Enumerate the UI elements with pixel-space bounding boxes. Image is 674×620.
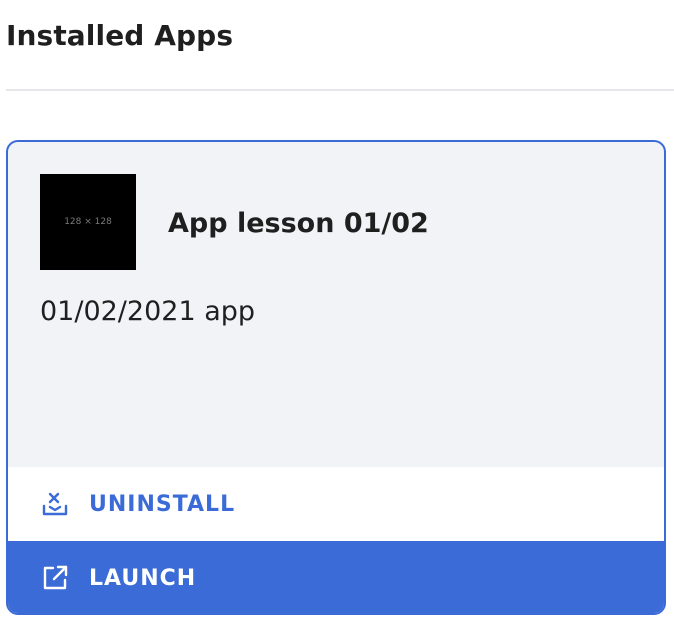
app-name: App lesson 01/02 — [168, 208, 429, 239]
app-thumbnail: 128 × 128 — [40, 174, 136, 270]
app-card: 128 × 128 App lesson 01/02 01/02/2021 ap… — [6, 140, 666, 615]
launch-label: LAUNCH — [89, 565, 197, 591]
thumbnail-placeholder-label: 128 × 128 — [64, 217, 112, 227]
uninstall-button[interactable]: UNINSTALL — [8, 467, 664, 541]
launch-button[interactable]: LAUNCH — [8, 541, 664, 613]
page-title: Installed Apps — [6, 19, 234, 52]
app-description: 01/02/2021 app — [40, 296, 256, 327]
uninstall-icon — [40, 489, 70, 519]
divider — [6, 89, 674, 91]
uninstall-label: UNINSTALL — [89, 491, 236, 517]
external-link-icon — [40, 563, 70, 593]
